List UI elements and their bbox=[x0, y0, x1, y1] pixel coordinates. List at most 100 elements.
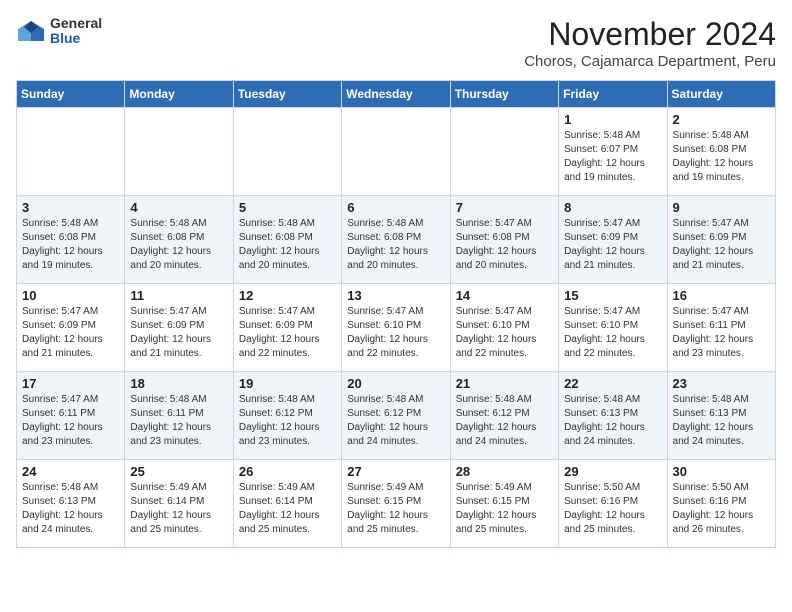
day-info: Sunrise: 5:48 AM Sunset: 6:13 PM Dayligh… bbox=[22, 481, 119, 537]
day-number: 27 bbox=[347, 464, 444, 479]
day-number: 13 bbox=[347, 288, 444, 303]
day-number: 4 bbox=[130, 200, 227, 215]
day-number: 3 bbox=[22, 200, 119, 215]
week-row-3: 10 Sunrise: 5:47 AM Sunset: 6:09 PM Dayli… bbox=[17, 284, 776, 372]
day-cell: 2 Sunrise: 5:48 AM Sunset: 6:08 PM Daylig… bbox=[667, 108, 775, 196]
day-cell bbox=[342, 108, 450, 196]
day-info: Sunrise: 5:49 AM Sunset: 6:15 PM Dayligh… bbox=[456, 481, 553, 537]
day-info: Sunrise: 5:48 AM Sunset: 6:08 PM Dayligh… bbox=[22, 217, 119, 273]
day-cell: 11 Sunrise: 5:47 AM Sunset: 6:09 PM Dayli… bbox=[125, 284, 233, 372]
day-info: Sunrise: 5:48 AM Sunset: 6:12 PM Dayligh… bbox=[456, 393, 553, 449]
day-cell: 14 Sunrise: 5:47 AM Sunset: 6:10 PM Dayli… bbox=[450, 284, 558, 372]
day-info: Sunrise: 5:47 AM Sunset: 6:09 PM Dayligh… bbox=[239, 305, 336, 361]
day-info: Sunrise: 5:48 AM Sunset: 6:11 PM Dayligh… bbox=[130, 393, 227, 449]
logo-blue-text: Blue bbox=[50, 31, 102, 46]
day-info: Sunrise: 5:50 AM Sunset: 6:16 PM Dayligh… bbox=[564, 481, 661, 537]
week-row-5: 24 Sunrise: 5:48 AM Sunset: 6:13 PM Dayli… bbox=[17, 460, 776, 548]
day-number: 21 bbox=[456, 376, 553, 391]
day-cell: 4Sunrise: 5:48 AM Sunset: 6:08 PM Daylig… bbox=[125, 196, 233, 284]
header: General Blue November 2024 Choros, Cajam… bbox=[16, 16, 776, 70]
day-info: Sunrise: 5:48 AM Sunset: 6:08 PM Dayligh… bbox=[239, 217, 336, 273]
day-info: Sunrise: 5:47 AM Sunset: 6:09 PM Dayligh… bbox=[130, 305, 227, 361]
weekday-row: SundayMondayTuesdayWednesdayThursdayFrid… bbox=[17, 81, 776, 108]
day-cell bbox=[125, 108, 233, 196]
logo-icon bbox=[16, 19, 46, 43]
day-cell: 21 Sunrise: 5:48 AM Sunset: 6:12 PM Dayli… bbox=[450, 372, 558, 460]
day-cell: 7 Sunrise: 5:47 AM Sunset: 6:08 PM Daylig… bbox=[450, 196, 558, 284]
day-number: 17 bbox=[22, 376, 119, 391]
day-number: 1 bbox=[564, 112, 661, 127]
day-cell: 3 Sunrise: 5:48 AM Sunset: 6:08 PM Daylig… bbox=[17, 196, 125, 284]
day-cell: 1Sunrise: 5:48 AM Sunset: 6:07 PM Daylig… bbox=[559, 108, 667, 196]
location-title: Choros, Cajamarca Department, Peru bbox=[524, 53, 776, 70]
day-number: 23 bbox=[673, 376, 770, 391]
day-number: 24 bbox=[22, 464, 119, 479]
day-cell: 28Sunrise: 5:49 AM Sunset: 6:15 PM Dayli… bbox=[450, 460, 558, 548]
day-cell: 12Sunrise: 5:47 AM Sunset: 6:09 PM Dayli… bbox=[233, 284, 341, 372]
day-cell: 22Sunrise: 5:48 AM Sunset: 6:13 PM Dayli… bbox=[559, 372, 667, 460]
logo: General Blue bbox=[16, 16, 102, 47]
day-info: Sunrise: 5:48 AM Sunset: 6:13 PM Dayligh… bbox=[673, 393, 770, 449]
day-cell: 20Sunrise: 5:48 AM Sunset: 6:12 PM Dayli… bbox=[342, 372, 450, 460]
day-info: Sunrise: 5:47 AM Sunset: 6:10 PM Dayligh… bbox=[347, 305, 444, 361]
day-number: 5 bbox=[239, 200, 336, 215]
day-cell: 17 Sunrise: 5:47 AM Sunset: 6:11 PM Dayli… bbox=[17, 372, 125, 460]
day-cell bbox=[17, 108, 125, 196]
calendar-body: 1Sunrise: 5:48 AM Sunset: 6:07 PM Daylig… bbox=[17, 108, 776, 548]
day-cell: 27Sunrise: 5:49 AM Sunset: 6:15 PM Dayli… bbox=[342, 460, 450, 548]
title-section: November 2024 Choros, Cajamarca Departme… bbox=[524, 16, 776, 70]
day-info: Sunrise: 5:50 AM Sunset: 6:16 PM Dayligh… bbox=[673, 481, 770, 537]
day-number: 2 bbox=[673, 112, 770, 127]
day-number: 18 bbox=[130, 376, 227, 391]
day-number: 25 bbox=[130, 464, 227, 479]
day-info: Sunrise: 5:48 AM Sunset: 6:08 PM Dayligh… bbox=[673, 129, 770, 185]
day-number: 9 bbox=[673, 200, 770, 215]
weekday-header-thursday: Thursday bbox=[450, 81, 558, 108]
day-number: 16 bbox=[673, 288, 770, 303]
day-number: 20 bbox=[347, 376, 444, 391]
day-info: Sunrise: 5:47 AM Sunset: 6:11 PM Dayligh… bbox=[22, 393, 119, 449]
week-row-2: 3 Sunrise: 5:48 AM Sunset: 6:08 PM Daylig… bbox=[17, 196, 776, 284]
day-cell: 13 Sunrise: 5:47 AM Sunset: 6:10 PM Dayli… bbox=[342, 284, 450, 372]
day-cell: 6Sunrise: 5:48 AM Sunset: 6:08 PM Daylig… bbox=[342, 196, 450, 284]
weekday-header-wednesday: Wednesday bbox=[342, 81, 450, 108]
day-info: Sunrise: 5:48 AM Sunset: 6:12 PM Dayligh… bbox=[239, 393, 336, 449]
weekday-header-monday: Monday bbox=[125, 81, 233, 108]
day-cell: 24 Sunrise: 5:48 AM Sunset: 6:13 PM Dayli… bbox=[17, 460, 125, 548]
week-row-1: 1Sunrise: 5:48 AM Sunset: 6:07 PM Daylig… bbox=[17, 108, 776, 196]
day-number: 19 bbox=[239, 376, 336, 391]
day-info: Sunrise: 5:47 AM Sunset: 6:10 PM Dayligh… bbox=[456, 305, 553, 361]
day-number: 11 bbox=[130, 288, 227, 303]
logo-text: General Blue bbox=[50, 16, 102, 47]
day-info: Sunrise: 5:47 AM Sunset: 6:08 PM Dayligh… bbox=[456, 217, 553, 273]
day-cell: 8Sunrise: 5:47 AM Sunset: 6:09 PM Daylig… bbox=[559, 196, 667, 284]
calendar-table: SundayMondayTuesdayWednesdayThursdayFrid… bbox=[16, 80, 776, 548]
day-number: 26 bbox=[239, 464, 336, 479]
weekday-header-saturday: Saturday bbox=[667, 81, 775, 108]
logo-general-text: General bbox=[50, 16, 102, 31]
day-cell: 16Sunrise: 5:47 AM Sunset: 6:11 PM Dayli… bbox=[667, 284, 775, 372]
day-cell: 19 Sunrise: 5:48 AM Sunset: 6:12 PM Dayli… bbox=[233, 372, 341, 460]
day-info: Sunrise: 5:47 AM Sunset: 6:09 PM Dayligh… bbox=[564, 217, 661, 273]
day-cell: 10 Sunrise: 5:47 AM Sunset: 6:09 PM Dayli… bbox=[17, 284, 125, 372]
day-number: 10 bbox=[22, 288, 119, 303]
day-cell: 5 Sunrise: 5:48 AM Sunset: 6:08 PM Daylig… bbox=[233, 196, 341, 284]
day-number: 14 bbox=[456, 288, 553, 303]
day-cell: 29Sunrise: 5:50 AM Sunset: 6:16 PM Dayli… bbox=[559, 460, 667, 548]
day-number: 7 bbox=[456, 200, 553, 215]
day-cell bbox=[450, 108, 558, 196]
day-number: 22 bbox=[564, 376, 661, 391]
day-cell: 15Sunrise: 5:47 AM Sunset: 6:10 PM Dayli… bbox=[559, 284, 667, 372]
day-info: Sunrise: 5:47 AM Sunset: 6:10 PM Dayligh… bbox=[564, 305, 661, 361]
day-cell: 9Sunrise: 5:47 AM Sunset: 6:09 PM Daylig… bbox=[667, 196, 775, 284]
calendar-header: SundayMondayTuesdayWednesdayThursdayFrid… bbox=[17, 81, 776, 108]
day-cell: 18 Sunrise: 5:48 AM Sunset: 6:11 PM Dayli… bbox=[125, 372, 233, 460]
day-cell: 23 Sunrise: 5:48 AM Sunset: 6:13 PM Dayli… bbox=[667, 372, 775, 460]
day-info: Sunrise: 5:47 AM Sunset: 6:09 PM Dayligh… bbox=[22, 305, 119, 361]
weekday-header-sunday: Sunday bbox=[17, 81, 125, 108]
day-info: Sunrise: 5:48 AM Sunset: 6:08 PM Dayligh… bbox=[347, 217, 444, 273]
weekday-header-tuesday: Tuesday bbox=[233, 81, 341, 108]
month-title: November 2024 bbox=[524, 16, 776, 53]
day-number: 30 bbox=[673, 464, 770, 479]
day-cell: 25Sunrise: 5:49 AM Sunset: 6:14 PM Dayli… bbox=[125, 460, 233, 548]
